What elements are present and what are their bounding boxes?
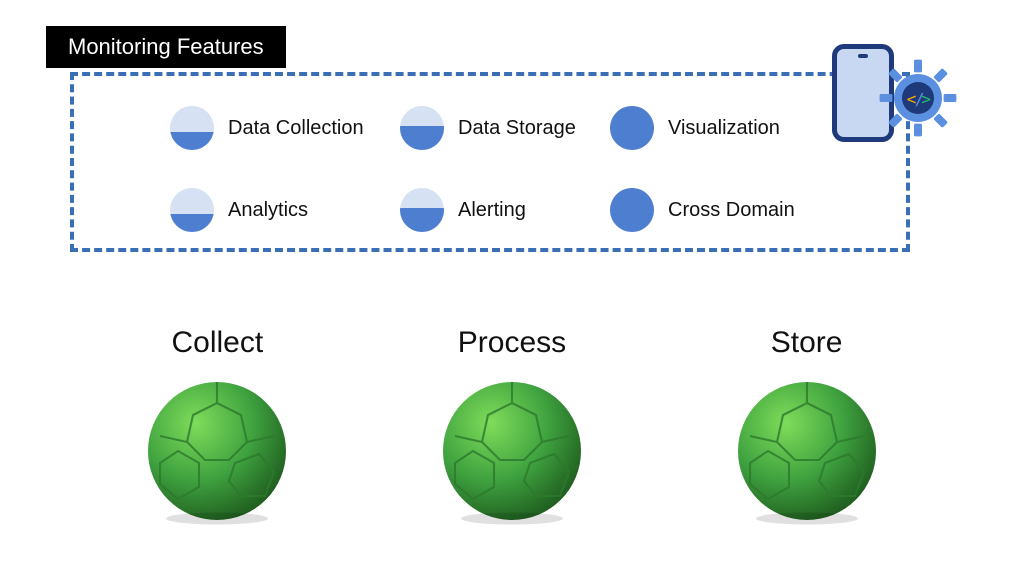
sphere-icon bbox=[437, 376, 587, 526]
feature-label: Visualization bbox=[668, 117, 780, 140]
stage-store: Store bbox=[732, 326, 882, 526]
progress-fill bbox=[610, 106, 654, 150]
feature-label: Analytics bbox=[228, 199, 308, 222]
stage-label: Store bbox=[771, 326, 843, 360]
stage-collect: Collect bbox=[142, 326, 292, 526]
progress-fill bbox=[170, 214, 214, 232]
feature-alerting: Alerting bbox=[400, 188, 610, 232]
feature-label: Alerting bbox=[458, 199, 526, 222]
progress-coin-icon bbox=[170, 106, 214, 150]
progress-fill bbox=[400, 208, 444, 232]
feature-analytics: Analytics bbox=[170, 188, 400, 232]
feature-visualization: Visualization bbox=[610, 106, 820, 150]
section-title: Monitoring Features bbox=[46, 26, 286, 68]
gear-icon: < / > bbox=[878, 58, 958, 138]
stage-process: Process bbox=[437, 326, 587, 526]
progress-coin-icon bbox=[400, 106, 444, 150]
svg-text:>: > bbox=[921, 89, 931, 108]
progress-fill bbox=[400, 126, 444, 150]
feature-label: Cross Domain bbox=[668, 199, 795, 222]
progress-coin-icon bbox=[610, 106, 654, 150]
progress-fill bbox=[170, 132, 214, 150]
feature-cross-domain: Cross Domain bbox=[610, 188, 820, 232]
sphere-icon bbox=[142, 376, 292, 526]
section-title-text: Monitoring Features bbox=[68, 34, 264, 59]
progress-coin-icon bbox=[610, 188, 654, 232]
stage-label: Process bbox=[458, 326, 566, 360]
progress-coin-icon bbox=[400, 188, 444, 232]
feature-label: Data Collection bbox=[228, 117, 364, 140]
device-illustration: < / > bbox=[832, 44, 972, 142]
feature-label: Data Storage bbox=[458, 117, 576, 140]
feature-data-collection: Data Collection bbox=[170, 106, 400, 150]
sphere-icon bbox=[732, 376, 882, 526]
stage-label: Collect bbox=[171, 326, 263, 360]
stages-row: Collect bbox=[0, 326, 1024, 526]
progress-coin-icon bbox=[170, 188, 214, 232]
features-grid: Data Collection Data Storage Visualizati… bbox=[170, 106, 870, 232]
progress-fill bbox=[610, 188, 654, 232]
feature-data-storage: Data Storage bbox=[400, 106, 610, 150]
